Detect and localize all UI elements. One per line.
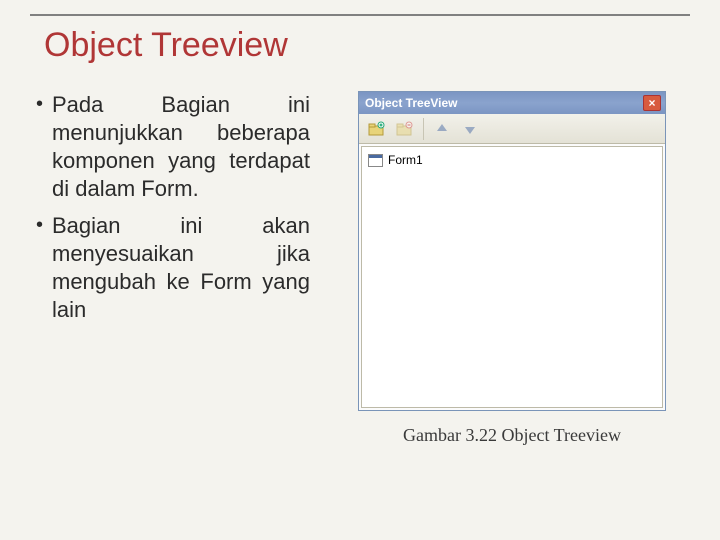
bullet-dot: • (36, 91, 52, 204)
move-down-button[interactable] (458, 118, 482, 140)
figure-column: Object TreeView × (340, 91, 684, 446)
new-folder-icon (368, 121, 386, 137)
bullet-item: • Pada Bagian ini menunjukkan beberapa k… (36, 91, 310, 204)
delete-node-button[interactable] (393, 118, 417, 140)
bullet-item: • Bagian ini akan menyesuaikan jika meng… (36, 212, 310, 325)
top-spacer (0, 0, 720, 14)
arrow-down-icon (463, 122, 477, 136)
horizontal-rule (30, 14, 690, 16)
panel-toolbar (359, 114, 665, 144)
tree-item-label: Form1 (388, 153, 423, 167)
toolbar-separator (423, 118, 424, 140)
figure-caption: Gambar 3.22 Object Treeview (340, 425, 684, 446)
new-node-button[interactable] (365, 118, 389, 140)
close-button[interactable]: × (643, 95, 661, 111)
object-treeview-panel: Object TreeView × (358, 91, 666, 411)
close-icon: × (648, 96, 655, 110)
text-column: • Pada Bagian ini menunjukkan beberapa k… (36, 91, 310, 446)
move-up-button[interactable] (430, 118, 454, 140)
arrow-up-icon (435, 122, 449, 136)
page-title: Object Treeview (44, 26, 720, 65)
content-columns: • Pada Bagian ini menunjukkan beberapa k… (0, 91, 720, 446)
bullet-dot: • (36, 212, 52, 325)
form-icon (368, 154, 383, 167)
panel-title: Object TreeView (365, 96, 643, 110)
delete-folder-icon (396, 121, 414, 137)
tree-area[interactable]: Form1 (361, 146, 663, 408)
bullet-text: Bagian ini akan menyesuaikan jika mengub… (52, 212, 310, 325)
panel-titlebar[interactable]: Object TreeView × (359, 92, 665, 114)
tree-item-form1[interactable]: Form1 (368, 153, 656, 167)
bullet-text: Pada Bagian ini menunjukkan beberapa kom… (52, 91, 310, 204)
